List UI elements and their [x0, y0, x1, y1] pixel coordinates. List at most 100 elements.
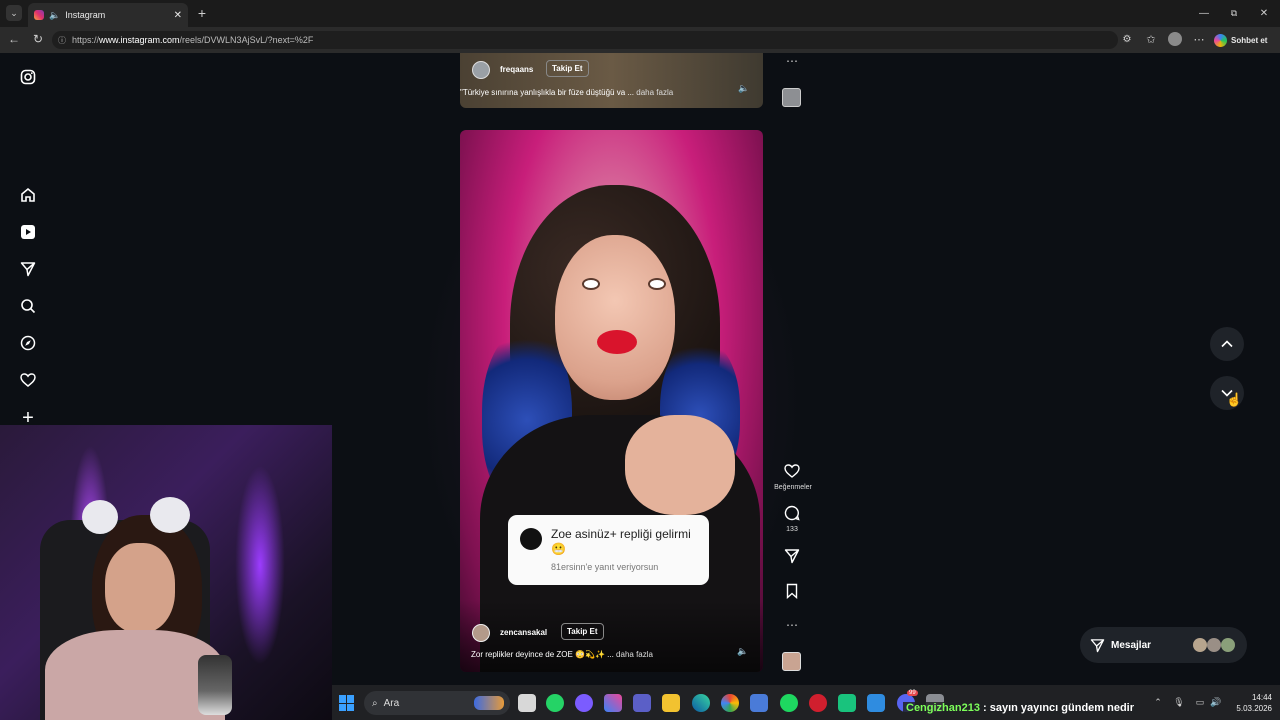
previous-reel[interactable]: freqaans Takip Et "Türkiye sınırına yanl… — [460, 53, 763, 108]
microphone-icon[interactable]: 🎙 — [1173, 696, 1185, 708]
taskbar-search[interactable]: ⌕ Ara — [364, 691, 510, 715]
send-icon — [784, 549, 800, 564]
copilot-button[interactable]: Sohbet et — [1214, 31, 1276, 49]
opera-icon[interactable] — [809, 694, 827, 712]
search-icon[interactable] — [18, 296, 38, 316]
minimize-icon[interactable]: — — [1196, 5, 1212, 21]
profile-avatar[interactable] — [1168, 32, 1182, 46]
copilot-icon — [1214, 33, 1227, 47]
chrome-icon[interactable] — [721, 694, 739, 712]
comment-text: Zoe asinüz+ repliği gelirmi 😬 — [551, 527, 691, 556]
chat-text: : sayın yayıncı gündem nedir — [979, 702, 1135, 714]
instagram-favicon-icon — [34, 10, 44, 20]
avatar — [520, 528, 542, 550]
search-highlight-icon — [474, 696, 504, 710]
share-button[interactable] — [780, 548, 804, 566]
send-icon — [1090, 638, 1105, 652]
app-purple-icon[interactable] — [575, 694, 593, 712]
store-icon[interactable] — [750, 694, 768, 712]
clock[interactable]: 14:44 5.03.2026 — [1228, 692, 1272, 714]
current-reel[interactable]: zencansakal Takip Et Zor replikler deyin… — [460, 130, 763, 672]
heart-icon — [784, 464, 800, 478]
more-options-icon[interactable]: ⋯ — [782, 54, 802, 68]
save-button[interactable] — [780, 583, 804, 601]
url-bar[interactable]: ⓘ https://www.instagram.com/reels/DVWLN3… — [52, 31, 1118, 49]
reel-username[interactable]: zencansakal — [500, 628, 547, 637]
notification-badge: 99 — [907, 690, 918, 696]
speaker-icon[interactable]: 🔈 — [738, 83, 749, 94]
home-icon[interactable] — [18, 185, 38, 205]
close-tab-icon[interactable]: ✕ — [174, 10, 182, 21]
app-blue-icon[interactable] — [867, 694, 885, 712]
caption-text: Zor replikler deyince de ZOE 😳💫✨ ... — [471, 650, 614, 659]
maximize-icon[interactable]: ⧉ — [1226, 5, 1242, 21]
browser-tab[interactable]: 🔈 Instagram ✕ — [28, 3, 188, 27]
purple-light — [235, 465, 285, 665]
mouse-cursor-icon: ☝ — [1226, 392, 1243, 407]
eye-left — [582, 278, 600, 290]
new-tab-icon[interactable]: + — [194, 5, 210, 21]
tab-list-icon[interactable]: ⌄ — [6, 5, 22, 21]
comment-button[interactable] — [780, 505, 804, 523]
search-label: Ara — [383, 697, 400, 709]
explore-icon[interactable] — [18, 333, 38, 353]
messages-label: Mesajlar — [1111, 639, 1152, 651]
reel-username[interactable]: freqaans — [500, 65, 533, 74]
audio-thumbnail[interactable] — [782, 88, 801, 107]
close-window-icon[interactable]: ✕ — [1256, 5, 1272, 21]
app-green-icon[interactable] — [838, 694, 856, 712]
site-info-icon[interactable]: ⓘ — [58, 35, 66, 46]
notifications-heart-icon[interactable] — [18, 370, 38, 390]
volume-icon[interactable]: 🔊 — [1210, 696, 1222, 708]
file-explorer-icon[interactable] — [662, 694, 680, 712]
reply-hint: 81ersinn'e yanıt veriyorsun — [551, 562, 659, 572]
edge-icon[interactable] — [692, 694, 710, 712]
teams-icon[interactable] — [633, 694, 651, 712]
comment-icon — [784, 505, 800, 521]
tray-overflow-icon[interactable]: ⌃ — [1152, 696, 1164, 708]
more-link[interactable]: daha fazla — [636, 88, 673, 97]
headphone-ear-right — [150, 497, 190, 533]
url-prefix: https:// — [72, 35, 100, 45]
eye-right — [648, 278, 666, 290]
more-options-icon[interactable]: ⋯ — [1192, 32, 1206, 46]
direct-send-icon[interactable] — [18, 259, 38, 279]
like-button[interactable] — [780, 463, 804, 481]
more-options-icon[interactable]: ⋯ — [782, 618, 802, 632]
copilot-label: Sohbet et — [1231, 35, 1268, 45]
whatsapp-icon[interactable] — [546, 694, 564, 712]
back-icon[interactable]: ← — [6, 31, 22, 47]
more-link[interactable]: daha fazla — [616, 650, 653, 659]
browser-tab-bar: ⌄ 🔈 Instagram ✕ + — ⧉ ✕ — [0, 0, 1280, 27]
audio-thumbnail[interactable] — [782, 652, 801, 671]
spotify-icon[interactable] — [780, 694, 798, 712]
caption-text: "Türkiye sınırına yanlışlıkla bir füze d… — [460, 88, 635, 97]
comment-reply-popup[interactable]: Zoe asinüz+ repliği gelirmi 😬 81ersinn'e… — [508, 515, 709, 585]
extensions-icon[interactable]: ⚙ — [1120, 32, 1134, 46]
task-view-icon[interactable] — [518, 694, 536, 712]
clock-date: 5.03.2026 — [1236, 704, 1272, 713]
reload-icon[interactable]: ↻ — [30, 31, 46, 47]
messages-button[interactable]: Mesajlar — [1080, 627, 1247, 663]
favorites-bar-icon[interactable]: ✩ — [1144, 32, 1158, 46]
face — [555, 235, 675, 400]
copilot-taskbar-icon[interactable] — [604, 694, 622, 712]
avatar[interactable] — [472, 61, 490, 79]
microphone — [198, 655, 232, 715]
comment-count: 133 — [786, 526, 798, 533]
start-icon[interactable] — [339, 695, 355, 711]
instagram-logo-icon[interactable] — [18, 67, 38, 87]
previous-reel-button[interactable] — [1210, 327, 1244, 361]
avatar[interactable] — [472, 624, 490, 642]
follow-button[interactable]: Takip Et — [546, 60, 589, 77]
reels-icon[interactable] — [18, 222, 38, 242]
hand — [625, 415, 735, 515]
chat-overlay-message: Cengizhan213 : sayın yayıncı gündem nedi… — [903, 702, 1138, 714]
network-icon[interactable]: ▭ — [1194, 696, 1206, 708]
bookmark-icon — [786, 583, 798, 600]
likes-label: Beğenmeler — [774, 484, 812, 491]
speaker-icon[interactable]: 🔈 — [49, 10, 60, 21]
speaker-icon[interactable]: 🔈 — [737, 646, 748, 657]
follow-button[interactable]: Takip Et — [561, 623, 604, 640]
tab-title: Instagram — [65, 10, 106, 20]
